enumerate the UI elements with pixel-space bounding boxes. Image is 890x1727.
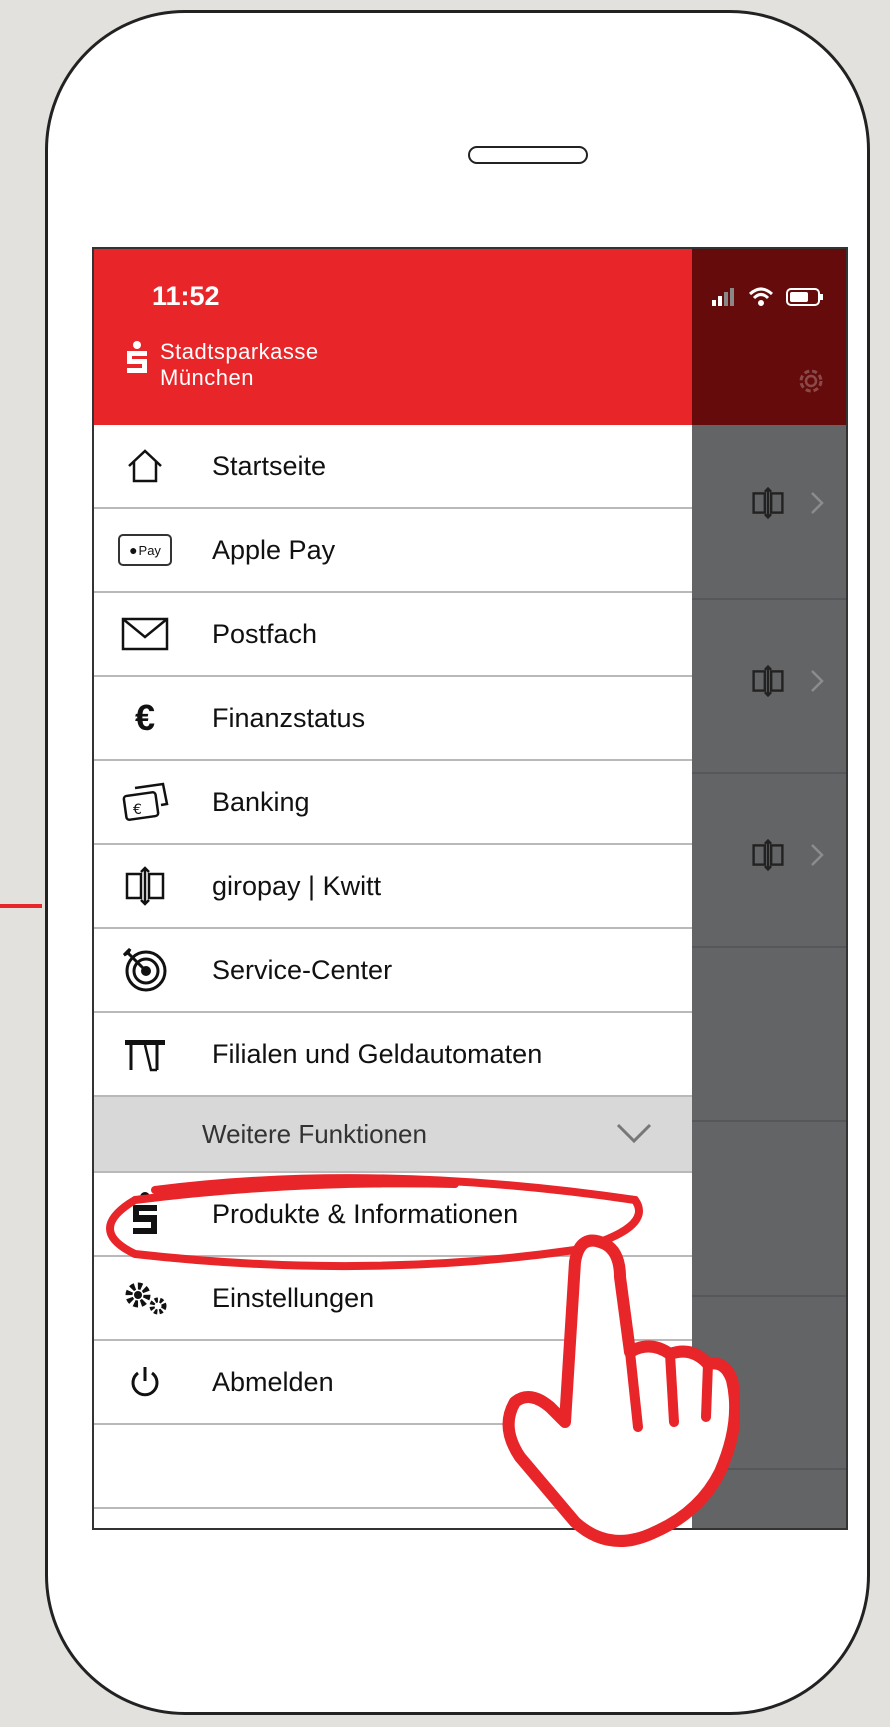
app-screen: 11:52 Stadtsparkasse München Startseite … — [92, 247, 848, 1530]
menu-label-banking: Banking — [212, 786, 310, 817]
giropay-transfer-icon — [116, 861, 174, 911]
overlay-divider — [692, 1120, 846, 1122]
status-icons — [712, 287, 824, 307]
menu-label-service-center: Service-Center — [212, 954, 393, 985]
app-header: 11:52 Stadtsparkasse München — [94, 249, 692, 425]
menu-label-abmelden: Abmelden — [212, 1366, 334, 1397]
gears-icon — [116, 1273, 174, 1323]
sparkasse-logo-icon — [116, 1189, 174, 1239]
mail-icon — [116, 609, 174, 659]
menu-item-startseite[interactable]: Startseite — [94, 425, 692, 509]
dimmed-content-overlay[interactable] — [692, 425, 846, 1528]
sparkasse-logo-icon — [127, 341, 147, 373]
overlay-divider — [692, 598, 846, 600]
target-icon — [116, 945, 174, 995]
power-icon — [116, 1357, 174, 1407]
menu-label-startseite: Startseite — [212, 450, 327, 481]
home-icon — [116, 441, 174, 491]
menu-item-service-center[interactable]: Service-Center — [94, 929, 692, 1013]
navigation-menu: Startseite ● Pay Apple Pay Postfach € Fin… — [94, 425, 692, 1509]
overlay-divider — [692, 1295, 846, 1297]
section-weitere-funktionen[interactable]: Weitere Funktionen — [94, 1097, 692, 1173]
overlay-row-transfer[interactable] — [750, 665, 824, 697]
app-header-dark — [692, 249, 846, 425]
section-label: Weitere Funktionen — [202, 1118, 427, 1149]
signal-icon — [712, 288, 734, 306]
menu-label-produkte: Produkte & Informationen — [212, 1198, 519, 1229]
menu-item-giropay-kwitt[interactable]: giropay | Kwitt — [94, 845, 692, 929]
battery-icon — [786, 288, 823, 306]
overlay-divider — [692, 1468, 846, 1470]
overlay-divider — [692, 946, 846, 948]
svg-text:€: € — [133, 802, 142, 818]
menu-item-abmelden[interactable]: Abmelden — [94, 1341, 692, 1425]
menu-label-filialen: Filialen und Geldautomaten — [212, 1038, 543, 1069]
status-time: 11:52 — [152, 281, 220, 311]
menu-label-finanzstatus: Finanzstatus — [212, 702, 366, 733]
euro-icon-glyph: € — [134, 697, 156, 738]
menu-spacer — [94, 1425, 692, 1509]
menu-label-postfach: Postfach — [212, 618, 318, 649]
atm-icon — [116, 1029, 174, 1079]
chevron-down-icon — [616, 1123, 652, 1144]
chevron-right-icon — [811, 844, 824, 866]
menu-label-einstellungen: Einstellungen — [212, 1282, 375, 1313]
chevron-right-icon — [811, 492, 824, 514]
giropay-transfer-icon — [752, 487, 784, 519]
menu-label-giropay-kwitt: giropay | Kwitt — [212, 870, 382, 901]
settings-gear-icon[interactable] — [794, 364, 828, 398]
apple-pay-icon-text: Pay — [138, 542, 161, 558]
brand-name-line1: Stadtsparkasse — [160, 339, 319, 364]
overlay-row-transfer[interactable] — [750, 487, 824, 519]
menu-item-apple-pay[interactable]: ● Pay Apple Pay — [94, 509, 692, 593]
menu-item-banking[interactable]: € Banking — [94, 761, 692, 845]
menu-item-filialen[interactable]: Filialen und Geldautomaten — [94, 1013, 692, 1097]
menu-item-finanzstatus[interactable]: € Finanzstatus — [94, 677, 692, 761]
overlay-row-transfer[interactable] — [750, 839, 824, 871]
speaker-slot — [468, 146, 588, 164]
brand-name-line2: München — [160, 365, 255, 390]
giropay-transfer-icon — [752, 839, 784, 871]
euro-icon: € — [116, 693, 174, 743]
wifi-icon — [748, 287, 774, 306]
menu-label-apple-pay: Apple Pay — [212, 534, 336, 565]
giropay-transfer-icon — [752, 665, 784, 697]
overlay-divider — [692, 772, 846, 774]
apple-pay-icon: ● Pay — [116, 525, 174, 575]
menu-item-postfach[interactable]: Postfach — [94, 593, 692, 677]
chevron-right-icon — [811, 670, 824, 692]
menu-item-produkte-informationen[interactable]: Produkte & Informationen — [94, 1173, 692, 1257]
banking-cards-icon: € — [116, 777, 174, 827]
left-accent-mark — [0, 904, 42, 908]
menu-item-einstellungen[interactable]: Einstellungen — [94, 1257, 692, 1341]
brand: Stadtsparkasse München — [124, 339, 319, 391]
